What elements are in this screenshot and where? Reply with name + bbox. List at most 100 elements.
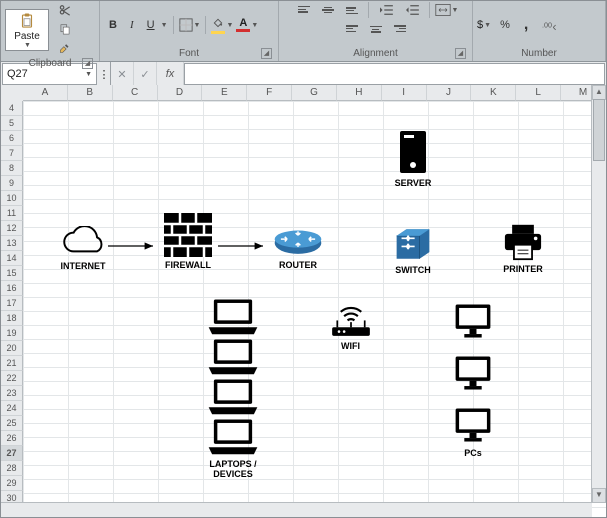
borders-button[interactable]: ▼: [179, 16, 201, 34]
row-header[interactable]: 26: [1, 431, 23, 446]
alignment-dialog-launcher[interactable]: ◢: [455, 48, 466, 59]
row-header[interactable]: 29: [1, 476, 23, 491]
increase-decimal-icon: .00: [542, 19, 558, 31]
column-header[interactable]: A: [23, 85, 68, 101]
laptop-icon: [205, 296, 261, 336]
column-headers[interactable]: ABCDEFGHIJKLM: [23, 85, 606, 101]
column-header[interactable]: E: [202, 85, 247, 101]
row-header[interactable]: 22: [1, 371, 23, 386]
diagram-wifi[interactable]: WIFI: [323, 296, 378, 351]
bold-button[interactable]: B: [104, 16, 122, 34]
paste-button[interactable]: Paste ▼: [5, 9, 49, 51]
diagram-router[interactable]: ROUTER: [268, 229, 328, 270]
scroll-down-arrow[interactable]: ▼: [592, 488, 606, 503]
firewall-icon: [164, 213, 212, 257]
row-header[interactable]: 11: [1, 206, 23, 221]
diagram-server[interactable]: SERVER: [388, 129, 438, 188]
align-top-button[interactable]: [293, 2, 315, 18]
align-middle-button[interactable]: [317, 2, 339, 18]
font-group-label: Font: [179, 48, 199, 59]
column-header[interactable]: B: [68, 85, 113, 101]
column-header[interactable]: L: [516, 85, 561, 101]
clipboard-dialog-launcher[interactable]: ◢: [82, 58, 93, 69]
vertical-scrollbar[interactable]: ▲ ▼: [591, 85, 606, 503]
currency-button[interactable]: $▼: [477, 19, 491, 31]
row-header[interactable]: 5: [1, 116, 23, 131]
row-header[interactable]: 12: [1, 221, 23, 236]
chevron-down-icon: ▼: [24, 42, 31, 49]
column-header[interactable]: I: [382, 85, 427, 101]
format-painter-button[interactable]: [53, 40, 77, 58]
column-header[interactable]: D: [158, 85, 203, 101]
row-header[interactable]: 10: [1, 191, 23, 206]
row-header[interactable]: 4: [1, 101, 23, 116]
accept-formula-button[interactable]: ✓: [134, 62, 157, 86]
align-left-button[interactable]: [341, 22, 363, 35]
row-header[interactable]: 20: [1, 341, 23, 356]
name-box-expand[interactable]: ⋮: [98, 62, 111, 86]
laptop-icon: [205, 336, 261, 376]
row-header[interactable]: 23: [1, 386, 23, 401]
row-header[interactable]: 25: [1, 416, 23, 431]
row-header[interactable]: 16: [1, 281, 23, 296]
number-group-label: Number: [521, 48, 557, 59]
column-header[interactable]: C: [113, 85, 158, 101]
align-right-button[interactable]: [389, 22, 411, 35]
align-center-button[interactable]: [365, 22, 387, 35]
column-header[interactable]: G: [292, 85, 337, 101]
merge-button[interactable]: ▼: [435, 2, 459, 18]
row-header[interactable]: 13: [1, 236, 23, 251]
row-header[interactable]: 24: [1, 401, 23, 416]
fill-color-button[interactable]: ▼: [211, 16, 233, 34]
align-bottom-button[interactable]: [341, 2, 363, 18]
column-header[interactable]: K: [471, 85, 516, 101]
cell-grid[interactable]: INTERNET FIREWALL ROUTER SWIT: [23, 101, 606, 517]
row-header[interactable]: 27: [1, 446, 23, 461]
font-color-button[interactable]: A▼: [236, 16, 258, 34]
row-header[interactable]: 21: [1, 356, 23, 371]
diagram-laptops[interactable]: LAPTOPS / DEVICES: [193, 296, 273, 479]
column-header[interactable]: J: [427, 85, 472, 101]
chevron-down-icon: ▼: [85, 71, 92, 78]
worksheet[interactable]: ABCDEFGHIJKLM 45678910111213141516171819…: [1, 85, 606, 517]
diagram-printer[interactable]: PRINTER: [493, 223, 553, 274]
copy-button[interactable]: [53, 21, 77, 39]
monitor-icon: [452, 405, 494, 445]
row-header[interactable]: 9: [1, 176, 23, 191]
switch-icon: [393, 226, 433, 262]
select-all-corner[interactable]: [1, 85, 24, 102]
laptop-icon: [205, 416, 261, 456]
row-header[interactable]: 15: [1, 266, 23, 281]
row-header[interactable]: 6: [1, 131, 23, 146]
increase-decimal-button[interactable]: .00: [537, 17, 563, 33]
horizontal-scrollbar[interactable]: [1, 502, 592, 517]
diagram-switch[interactable]: SWITCH: [386, 226, 440, 275]
increase-indent-button[interactable]: [400, 2, 424, 18]
column-header[interactable]: H: [337, 85, 382, 101]
row-header[interactable]: 28: [1, 461, 23, 476]
diagram-internet[interactable]: INTERNET: [53, 226, 113, 271]
comma-button[interactable]: ,: [519, 14, 533, 36]
row-headers[interactable]: 4567891011121314151617181920212223242526…: [1, 101, 23, 517]
chevron-down-icon[interactable]: ▼: [161, 22, 168, 29]
row-header[interactable]: 7: [1, 146, 23, 161]
diagram-pcs[interactable]: PCs: [448, 301, 498, 458]
scroll-up-arrow[interactable]: ▲: [592, 85, 606, 100]
cancel-formula-button[interactable]: ✕: [111, 62, 134, 86]
row-header[interactable]: 8: [1, 161, 23, 176]
decrease-indent-button[interactable]: [374, 2, 398, 18]
underline-button[interactable]: U: [142, 17, 160, 33]
row-header[interactable]: 18: [1, 311, 23, 326]
diagram-firewall[interactable]: FIREWALL: [158, 213, 218, 270]
row-header[interactable]: 19: [1, 326, 23, 341]
fx-icon[interactable]: fx: [157, 62, 184, 86]
italic-button[interactable]: I: [125, 16, 139, 34]
scroll-thumb[interactable]: [593, 99, 605, 161]
formula-input[interactable]: [184, 63, 605, 85]
cut-button[interactable]: [53, 2, 77, 20]
row-header[interactable]: 17: [1, 296, 23, 311]
percent-button[interactable]: %: [495, 17, 515, 33]
row-header[interactable]: 14: [1, 251, 23, 266]
column-header[interactable]: F: [247, 85, 292, 101]
font-dialog-launcher[interactable]: ◢: [261, 48, 272, 59]
